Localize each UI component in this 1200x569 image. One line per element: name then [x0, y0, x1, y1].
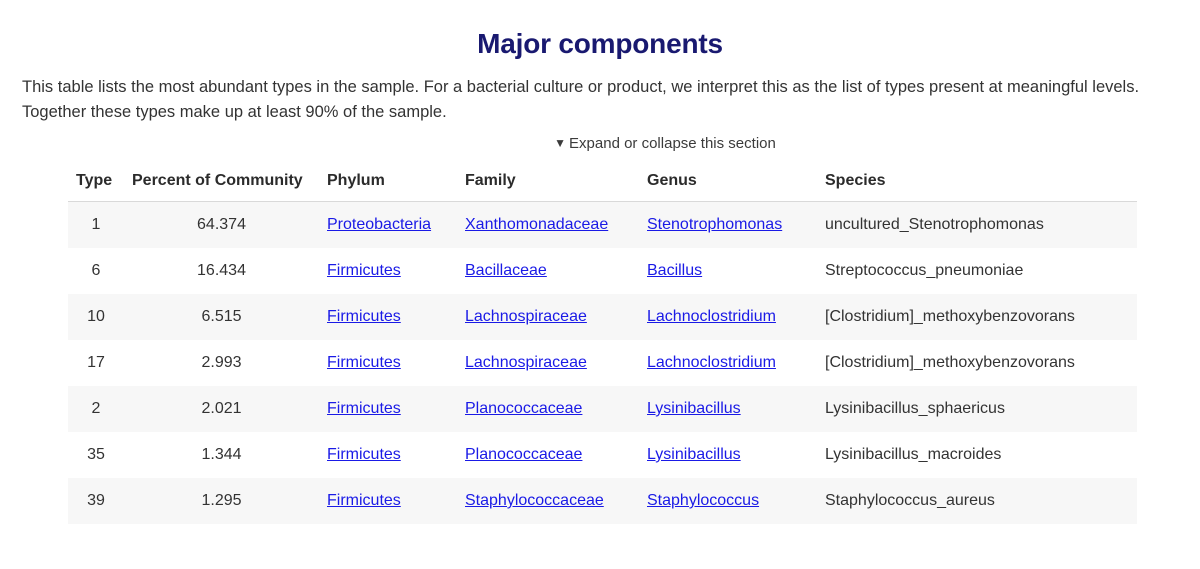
table-cell-phylum: Firmicutes — [319, 386, 457, 432]
genus-link[interactable]: Lachnoclostridium — [647, 308, 776, 325]
table-cell-family: Planococcaceae — [457, 386, 639, 432]
table-cell-species: Staphylococcus_aureus — [817, 478, 1137, 524]
section-description: This table lists the most abundant types… — [22, 78, 1140, 121]
major-components-table: Type Percent of Community Phylum Family Genu… — [68, 166, 1137, 524]
table-header-cell-genus[interactable]: Genus — [639, 166, 817, 202]
phylum-link[interactable]: Firmicutes — [327, 446, 401, 463]
genus-link[interactable]: Lysinibacillus — [647, 400, 741, 417]
table-cell-genus: Staphylococcus — [639, 478, 817, 524]
table-header-row: Type Percent of Community Phylum Family Genu… — [68, 166, 1137, 202]
table-header-cell-family[interactable]: Family — [457, 166, 639, 202]
phylum-link[interactable]: Proteobacteria — [327, 216, 431, 233]
expand-collapse-label: Expand or collapse this section — [569, 135, 776, 152]
family-link[interactable]: Bacillaceae — [465, 262, 547, 279]
table-cell-phylum: Firmicutes — [319, 294, 457, 340]
table-body: 1 64.374 Proteobacteria Xanthomonadaceae Ste… — [68, 201, 1137, 524]
table-cell-species: Lysinibacillus_sphaericus — [817, 386, 1137, 432]
genus-link[interactable]: Lysinibacillus — [647, 446, 741, 463]
table-cell-family: Bacillaceae — [457, 248, 639, 294]
table-cell-species: [Clostridium]_methoxybenzovorans — [817, 294, 1137, 340]
table-cell-family: Xanthomonadaceae — [457, 201, 639, 248]
table-cell-percent: 6.515 — [124, 294, 319, 340]
table-cell-percent: 64.374 — [124, 201, 319, 248]
table-row: 39 1.295 Firmicutes Staphylococcaceae Staphy… — [68, 478, 1137, 524]
table-cell-family: Lachnospiraceae — [457, 294, 639, 340]
table-cell-type: 1 — [68, 201, 124, 248]
phylum-link[interactable]: Firmicutes — [327, 262, 401, 279]
genus-link[interactable]: Staphylococcus — [647, 492, 759, 509]
table-row: 35 1.344 Firmicutes Planococcaceae Lysinibac… — [68, 432, 1137, 478]
table-cell-species: uncultured_Stenotrophomonas — [817, 201, 1137, 248]
table-cell-genus: Bacillus — [639, 248, 817, 294]
table-cell-percent: 2.993 — [124, 340, 319, 386]
table-cell-phylum: Firmicutes — [319, 248, 457, 294]
table-header: Type Percent of Community Phylum Family Genu… — [68, 166, 1137, 202]
table-header-cell-type[interactable]: Type — [68, 166, 124, 202]
table-cell-phylum: Firmicutes — [319, 478, 457, 524]
table-cell-genus: Lysinibacillus — [639, 386, 817, 432]
table-cell-type: 17 — [68, 340, 124, 386]
table-cell-species: Streptococcus_pneumoniae — [817, 248, 1137, 294]
family-link[interactable]: Planococcaceae — [465, 400, 582, 417]
table-row: 1 64.374 Proteobacteria Xanthomonadaceae Ste… — [68, 201, 1137, 248]
table-cell-type: 2 — [68, 386, 124, 432]
page-title: Major components — [477, 28, 723, 59]
table-cell-genus: Lachnoclostridium — [639, 294, 817, 340]
expand-collapse-toggle[interactable]: ▼ Expand or collapse this section — [0, 134, 1200, 154]
genus-link[interactable]: Lachnoclostridium — [647, 354, 776, 371]
table-cell-phylum: Firmicutes — [319, 340, 457, 386]
table-row: 2 2.021 Firmicutes Planococcaceae Lysinibaci… — [68, 386, 1137, 432]
phylum-link[interactable]: Firmicutes — [327, 354, 401, 371]
family-link[interactable]: Staphylococcaceae — [465, 492, 604, 509]
table-cell-family: Lachnospiraceae — [457, 340, 639, 386]
family-link[interactable]: Lachnospiraceae — [465, 308, 587, 325]
phylum-link[interactable]: Firmicutes — [327, 308, 401, 325]
table-row: 17 2.993 Firmicutes Lachnospiraceae Lachnocl… — [68, 340, 1137, 386]
family-link[interactable]: Lachnospiraceae — [465, 354, 587, 371]
table-header-cell-percent[interactable]: Percent of Community — [124, 166, 319, 202]
table-cell-species: Lysinibacillus_macroides — [817, 432, 1137, 478]
table-cell-family: Planococcaceae — [457, 432, 639, 478]
page-root: Major components This table lists the mo… — [0, 0, 1200, 569]
table-cell-percent: 16.434 — [124, 248, 319, 294]
table-cell-species: [Clostridium]_methoxybenzovorans — [817, 340, 1137, 386]
table-cell-phylum: Firmicutes — [319, 432, 457, 478]
table-cell-type: 6 — [68, 248, 124, 294]
phylum-link[interactable]: Firmicutes — [327, 400, 401, 417]
table-cell-genus: Lachnoclostridium — [639, 340, 817, 386]
table-cell-genus: Stenotrophomonas — [639, 201, 817, 248]
table-cell-percent: 2.021 — [124, 386, 319, 432]
chevron-down-icon: ▼ — [554, 136, 567, 150]
family-link[interactable]: Xanthomonadaceae — [465, 216, 608, 233]
table-row: 6 16.434 Firmicutes Bacillaceae Bacillus Stre… — [68, 248, 1137, 294]
table-cell-type: 39 — [68, 478, 124, 524]
family-link[interactable]: Planococcaceae — [465, 446, 582, 463]
table-cell-genus: Lysinibacillus — [639, 432, 817, 478]
table-header-cell-phylum[interactable]: Phylum — [319, 166, 457, 202]
table-cell-percent: 1.344 — [124, 432, 319, 478]
genus-link[interactable]: Bacillus — [647, 262, 702, 279]
table-cell-type: 35 — [68, 432, 124, 478]
phylum-link[interactable]: Firmicutes — [327, 492, 401, 509]
genus-link[interactable]: Stenotrophomonas — [647, 216, 782, 233]
table-cell-percent: 1.295 — [124, 478, 319, 524]
table-cell-type: 10 — [68, 294, 124, 340]
table-row: 10 6.515 Firmicutes Lachnospiraceae Lachnocl… — [68, 294, 1137, 340]
table-cell-family: Staphylococcaceae — [457, 478, 639, 524]
table-header-cell-species[interactable]: Species — [817, 166, 1137, 202]
table-cell-phylum: Proteobacteria — [319, 201, 457, 248]
table-container: Type Percent of Community Phylum Family Genu… — [0, 166, 1200, 524]
